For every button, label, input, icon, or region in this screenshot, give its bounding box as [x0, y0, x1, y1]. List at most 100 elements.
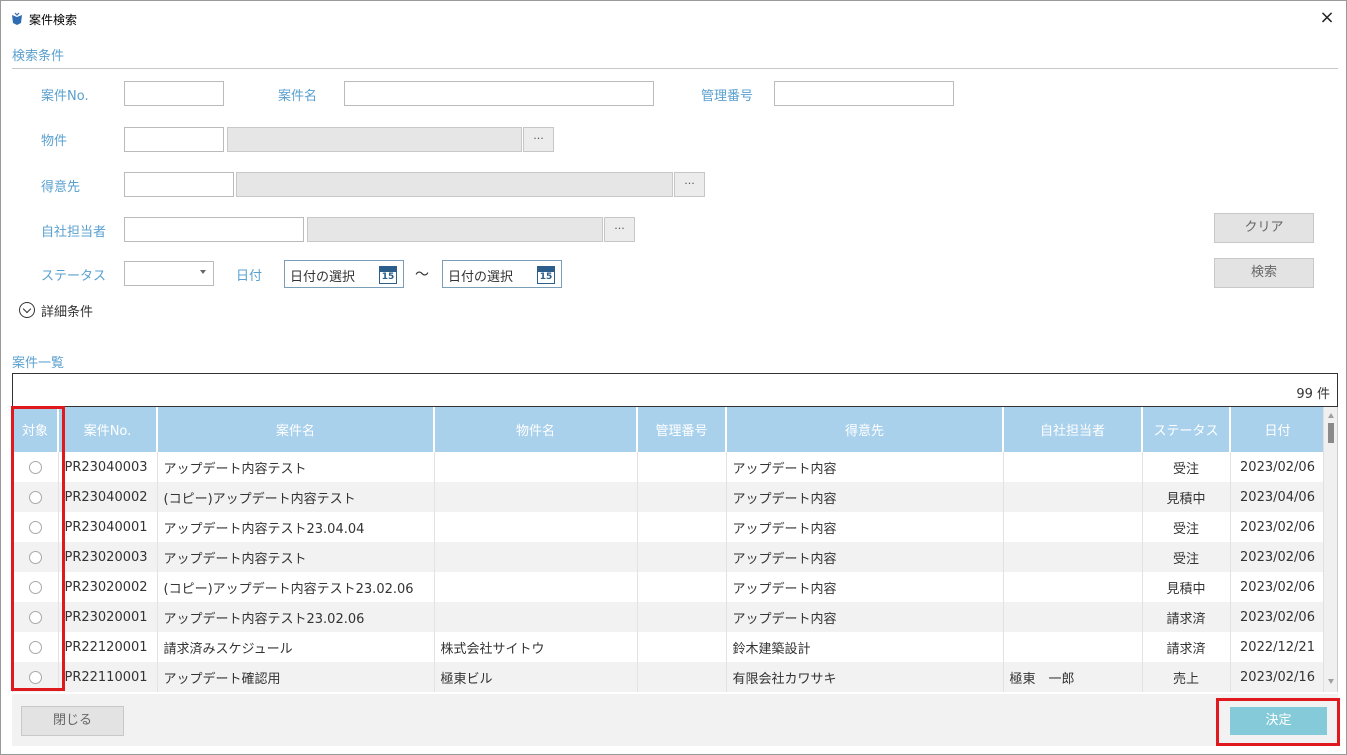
case-no-input[interactable]	[124, 81, 224, 106]
cell-case-name: アップデート内容テスト23.04.04	[157, 512, 435, 542]
scroll-up-icon[interactable]	[1328, 413, 1334, 418]
decide-button[interactable]: 決定	[1230, 707, 1327, 735]
row-radio[interactable]	[28, 460, 42, 474]
row-radio[interactable]	[28, 580, 42, 594]
cell-status: 売上	[1142, 662, 1231, 692]
cell-staff	[1003, 452, 1143, 482]
result-count-bar: 99 件	[12, 373, 1338, 407]
close-icon[interactable]: ×	[1316, 7, 1338, 29]
row-radio[interactable]	[28, 490, 42, 504]
row-select-cell[interactable]	[13, 482, 59, 512]
clear-button[interactable]: クリア	[1214, 213, 1314, 243]
property-label: 物件	[41, 134, 68, 149]
staff-lookup-button[interactable]: ···	[604, 217, 635, 242]
row-radio[interactable]	[28, 670, 42, 684]
table-row[interactable]: PR22110001 アップデート確認用 極東ビル 有限会社カワサキ 極東 一郎…	[13, 662, 1326, 692]
cell-property	[434, 572, 638, 602]
cell-property: 極東ビル	[434, 662, 638, 692]
cell-staff	[1003, 512, 1143, 542]
search-button[interactable]: 検索	[1214, 258, 1314, 288]
cell-case-name: 請求済みスケジュール	[157, 632, 435, 662]
table-row[interactable]: PR22120001 請求済みスケジュール 株式会社サイトウ 鈴木建築設計 請求…	[13, 632, 1326, 662]
col-header-date[interactable]: 日付	[1230, 407, 1326, 452]
col-header-property[interactable]: 物件名	[434, 407, 638, 452]
scroll-down-icon[interactable]	[1328, 679, 1334, 684]
row-select-cell[interactable]	[13, 602, 59, 632]
date-from-picker[interactable]: 日付の選択 15	[284, 260, 404, 288]
scroll-thumb[interactable]	[1328, 423, 1334, 443]
date-to-picker[interactable]: 日付の選択 15	[442, 260, 562, 288]
property-lookup-button[interactable]: ···	[523, 127, 554, 152]
row-select-cell[interactable]	[13, 542, 59, 572]
cell-mgmt-no	[637, 632, 727, 662]
table-row[interactable]: PR23040001 アップデート内容テスト23.04.04 アップデート内容 …	[13, 512, 1326, 542]
cell-customer: アップデート内容	[726, 482, 1004, 512]
result-count: 99 件	[1296, 387, 1330, 402]
date-label: 日付	[236, 269, 263, 284]
calendar-icon[interactable]: 15	[379, 266, 397, 284]
window-title: 案件検索	[29, 13, 78, 27]
calendar-day-number: 15	[381, 272, 395, 282]
table-row[interactable]: PR23020003 アップデート内容テスト アップデート内容 受注 2023/…	[13, 542, 1326, 572]
cell-mgmt-no	[637, 482, 727, 512]
row-select-cell[interactable]	[13, 452, 59, 482]
cell-property	[434, 602, 638, 632]
col-header-status[interactable]: ステータス	[1142, 407, 1231, 452]
customer-code-input[interactable]	[124, 172, 234, 197]
table-row[interactable]: PR23040003 アップデート内容テスト アップデート内容 受注 2023/…	[13, 452, 1326, 482]
case-name-input[interactable]	[344, 81, 654, 106]
cell-mgmt-no	[637, 542, 727, 572]
calendar-day-number: 15	[539, 272, 553, 282]
col-header-staff[interactable]: 自社担当者	[1003, 407, 1143, 452]
table-row[interactable]: PR23020001 アップデート内容テスト23.02.06 アップデート内容 …	[13, 602, 1326, 632]
cell-staff	[1003, 572, 1143, 602]
footer-bar: 閉じる 決定	[12, 694, 1338, 746]
mgmt-no-input[interactable]	[774, 81, 954, 106]
row-select-cell[interactable]	[13, 512, 59, 542]
table-header-row: 対象 案件No. 案件名 物件名 管理番号 得意先 自社担当者 ステータス 日付	[13, 407, 1326, 452]
calendar-icon[interactable]: 15	[537, 266, 555, 284]
row-radio[interactable]	[28, 520, 42, 534]
cell-mgmt-no	[637, 452, 727, 482]
cell-date: 2022/12/21	[1230, 632, 1326, 662]
status-select[interactable]	[124, 261, 214, 286]
mgmt-no-label: 管理番号	[701, 89, 754, 104]
customer-name-display	[236, 172, 673, 197]
row-select-cell[interactable]	[13, 632, 59, 662]
col-header-case-no[interactable]: 案件No.	[58, 407, 158, 452]
row-select-cell[interactable]	[13, 662, 59, 692]
cell-status: 請求済	[1142, 602, 1231, 632]
col-header-case-name[interactable]: 案件名	[157, 407, 435, 452]
row-radio[interactable]	[28, 640, 42, 654]
cell-case-name: アップデート内容テスト	[157, 452, 435, 482]
row-radio[interactable]	[28, 550, 42, 564]
cell-customer: アップデート内容	[726, 602, 1004, 632]
table-row[interactable]: PR23040002 (コピー)アップデート内容テスト アップデート内容 見積中…	[13, 482, 1326, 512]
cell-date: 2023/02/06	[1230, 452, 1326, 482]
staff-name-display	[307, 217, 603, 242]
col-header-mgmt-no[interactable]: 管理番号	[637, 407, 727, 452]
col-header-target[interactable]: 対象	[13, 407, 59, 452]
row-radio[interactable]	[28, 610, 42, 624]
cell-status: 見積中	[1142, 572, 1231, 602]
customer-lookup-button[interactable]: ···	[674, 172, 705, 197]
staff-code-input[interactable]	[124, 217, 304, 242]
cell-staff	[1003, 632, 1143, 662]
col-header-customer[interactable]: 得意先	[726, 407, 1004, 452]
cell-status: 受注	[1142, 512, 1231, 542]
cell-date: 2023/02/06	[1230, 572, 1326, 602]
date-range-separator: ～	[415, 267, 429, 283]
cell-property	[434, 542, 638, 572]
cell-date: 2023/02/16	[1230, 662, 1326, 692]
vertical-scrollbar[interactable]	[1323, 407, 1337, 692]
property-code-input[interactable]	[124, 127, 224, 152]
cell-customer: アップデート内容	[726, 452, 1004, 482]
row-select-cell[interactable]	[13, 572, 59, 602]
case-no-label: 案件No.	[41, 89, 89, 104]
case-list-grid: 対象 案件No. 案件名 物件名 管理番号 得意先 自社担当者 ステータス 日付…	[12, 407, 1338, 692]
list-section-title: 案件一覧	[12, 356, 65, 371]
cell-property	[434, 482, 638, 512]
cell-case-no: PR23040003	[58, 452, 158, 482]
close-button[interactable]: 閉じる	[21, 706, 124, 736]
table-row[interactable]: PR23020002 (コピー)アップデート内容テスト23.02.06 アップデ…	[13, 572, 1326, 602]
